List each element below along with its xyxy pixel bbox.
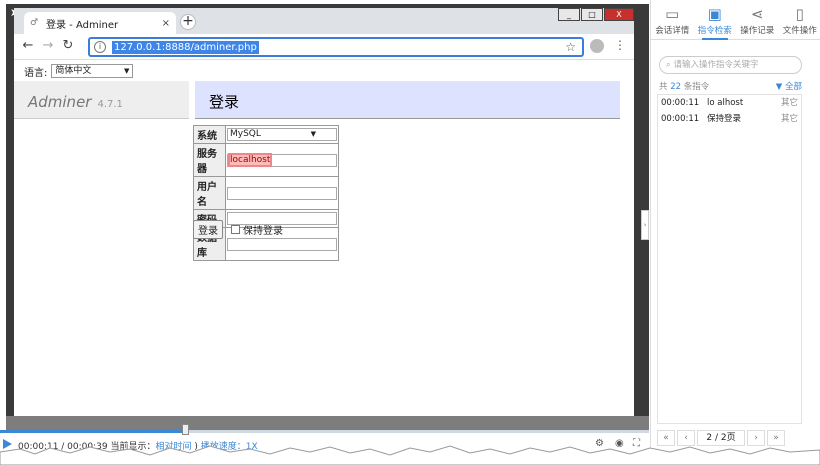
command-kind: 其它	[780, 98, 798, 108]
tab-session-details[interactable]: ▭ 会话详情	[651, 0, 694, 39]
language-label: 语言:	[24, 67, 48, 79]
torn-edge	[0, 445, 820, 465]
info-icon[interactable]: i	[94, 41, 106, 53]
tab-file-operations[interactable]: ▯ 文件操作	[779, 0, 820, 39]
system-select[interactable]: MySQL	[227, 128, 337, 141]
tab-close-icon[interactable]: ×	[162, 18, 170, 29]
server-input[interactable]: localhost	[227, 152, 337, 167]
server-label: 服务器	[193, 143, 226, 177]
database-input[interactable]	[227, 237, 337, 251]
remember-label: 保持登录	[243, 226, 283, 237]
panel-collapse-handle[interactable]: ›	[641, 210, 649, 240]
new-tab-button[interactable]: +	[180, 14, 196, 30]
list-item[interactable]: 00:00:11 保持登录 其它	[658, 111, 801, 127]
window-controls: _ □ X	[557, 8, 634, 21]
page-title: 登录	[209, 93, 240, 111]
progress-fill	[0, 430, 182, 433]
command-time: 00:00:11	[661, 98, 700, 108]
login-form: 系统 MySQL 服务器 localhost 用户名 密码 数据库	[193, 125, 339, 261]
favicon-icon: ♂	[30, 18, 39, 28]
browser-menu-icon[interactable]: ⋮	[614, 38, 626, 52]
command-list: 00:00:11 lo alhost 其它 00:00:11 保持登录 其它	[657, 94, 802, 424]
language-bar: 语言: 简体中文	[14, 60, 634, 82]
server-value: localhost	[227, 152, 273, 167]
progress-knob[interactable]	[181, 424, 189, 435]
share-icon: ⋖	[750, 5, 764, 23]
terminal-icon: ▣	[707, 5, 722, 23]
adminer-logo[interactable]: Adminer 4.7.1	[28, 93, 123, 111]
command-text: 保持登录	[707, 114, 742, 124]
remember-checkbox[interactable]	[231, 225, 240, 234]
browser-titlebar: ♂ 登录 - Adminer × + _ □ X	[14, 8, 634, 34]
session-replay-screen: ➤ ♂ 登录 - Adminer × + _ □ X ← → ↻ i 127.0…	[0, 0, 820, 465]
browser-toolbar: ← → ↻ i 127.0.0.1:8888/adminer.php ☆ ⋮	[14, 34, 634, 60]
username-label: 用户名	[193, 176, 226, 210]
list-item[interactable]: 00:00:11 lo alhost 其它	[658, 95, 801, 111]
filter-icon: ▼	[775, 82, 783, 92]
login-button[interactable]: 登录	[193, 220, 223, 239]
command-count: 共 22 条指令	[659, 82, 710, 92]
minimize-button[interactable]: _	[558, 8, 580, 21]
tab-operation-log[interactable]: ⋖ 操作记录	[736, 0, 779, 39]
adminer-page-header: 登录	[195, 81, 620, 119]
command-time: 00:00:11	[661, 114, 700, 124]
file-icon: ▯	[795, 5, 804, 23]
profile-avatar-icon[interactable]	[590, 39, 604, 53]
forward-arrow-icon[interactable]: →	[40, 38, 56, 53]
username-input[interactable]	[227, 186, 337, 200]
command-search-input[interactable]: ⌕ 请输入操作指令关键字	[659, 56, 802, 74]
filter-all-button[interactable]: ▼ 全部	[776, 80, 802, 92]
back-arrow-icon[interactable]: ←	[20, 38, 36, 53]
system-label: 系统	[193, 125, 226, 144]
bookmark-star-icon[interactable]: ☆	[565, 40, 576, 54]
recording-bottom-bar	[6, 416, 649, 430]
video-icon: ▭	[665, 5, 680, 23]
panel-tabs: ▭ 会话详情 ▣ 指令检索 ⋖ 操作记录 ▯ 文件操作	[651, 0, 820, 40]
adminer-version: 4.7.1	[97, 99, 123, 110]
right-panel: ▭ 会话详情 ▣ 指令检索 ⋖ 操作记录 ▯ 文件操作 ⌕ 请输入操作指令关键字 共 2…	[650, 0, 820, 465]
language-select[interactable]: 简体中文	[51, 64, 134, 78]
login-actions: 登录 保持登录	[193, 220, 283, 239]
search-placeholder: 请输入操作指令关键字	[673, 60, 759, 70]
tab-title: 登录 - Adminer	[46, 19, 119, 31]
browser-tab[interactable]: ♂ 登录 - Adminer ×	[24, 12, 176, 34]
adminer-sidebar-header: Adminer 4.7.1	[14, 81, 189, 119]
maximize-button[interactable]: □	[581, 8, 603, 21]
tab-command-search[interactable]: ▣ 指令检索	[694, 0, 737, 40]
playback-progress[interactable]	[0, 430, 649, 433]
url-text: 127.0.0.1:8888/adminer.php	[112, 40, 259, 54]
reload-icon[interactable]: ↻	[60, 38, 76, 53]
command-kind: 其它	[780, 114, 798, 124]
close-window-button[interactable]: X	[604, 8, 634, 21]
address-bar[interactable]: i 127.0.0.1:8888/adminer.php ☆	[88, 37, 584, 57]
command-text: lo alhost	[707, 98, 744, 108]
